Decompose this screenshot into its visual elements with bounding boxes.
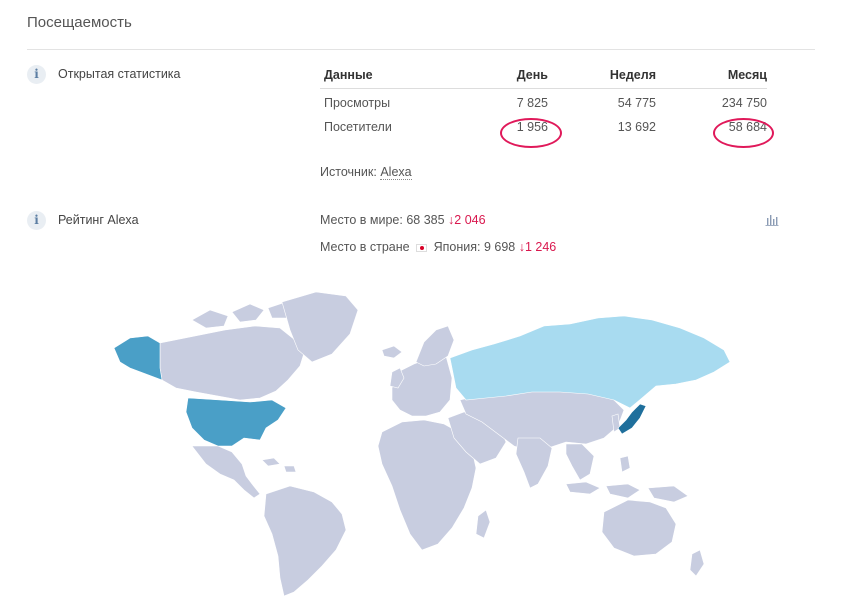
world-map bbox=[113, 291, 731, 597]
country-rank-line: Место в стране Япония: 9 698 ↓1 246 bbox=[320, 240, 556, 254]
map-country-usa bbox=[185, 397, 287, 447]
header-week: Неделя bbox=[548, 62, 656, 89]
header-day: День bbox=[460, 62, 548, 89]
section-title: Посещаемость bbox=[27, 14, 132, 31]
cell-day: 7 825 bbox=[516, 96, 548, 111]
info-icon[interactable]: i bbox=[27, 211, 46, 230]
open-stats-label: Открытая статистика bbox=[58, 67, 181, 81]
world-rank-value: 68 385 bbox=[406, 213, 445, 227]
info-icon[interactable]: i bbox=[27, 65, 46, 84]
header-month: Месяц bbox=[656, 62, 767, 89]
world-rank-delta: 2 046 bbox=[454, 213, 486, 227]
source-label: Источник: bbox=[320, 165, 377, 179]
bar-chart-icon[interactable] bbox=[765, 214, 779, 226]
country-rank-label: Место в стране bbox=[320, 240, 410, 254]
highlight-ring-day bbox=[500, 118, 562, 148]
cell-week: 13 692 bbox=[617, 120, 656, 134]
map-country-russia bbox=[449, 315, 731, 409]
cell-month: 234 750 bbox=[721, 96, 767, 111]
header-data: Данные bbox=[320, 62, 460, 89]
source-link[interactable]: Alexa bbox=[380, 165, 412, 180]
table-header-row: Данные День Неделя Месяц bbox=[320, 62, 767, 89]
section-divider bbox=[27, 49, 815, 50]
table-row: Просмотры 7 825 54 775 234 750 bbox=[320, 88, 767, 114]
row-label: Посетители bbox=[324, 120, 392, 134]
cell-week: 54 775 bbox=[617, 96, 656, 111]
world-rank-label: Место в мире: bbox=[320, 213, 403, 227]
world-rank-line: Место в мире: 68 385 ↓2 046 bbox=[320, 213, 486, 227]
source-line: Источник: Alexa bbox=[320, 165, 412, 180]
country-rank-value: 9 698 bbox=[483, 240, 516, 254]
japan-flag-icon bbox=[416, 243, 428, 252]
highlight-ring-month bbox=[713, 118, 774, 148]
country-name: Япония: bbox=[433, 240, 481, 254]
alexa-rank-label: Рейтинг Alexa bbox=[58, 213, 139, 227]
country-rank-delta: 1 246 bbox=[524, 240, 557, 254]
map-country-alaska bbox=[113, 335, 163, 381]
row-label: Просмотры bbox=[324, 96, 391, 111]
